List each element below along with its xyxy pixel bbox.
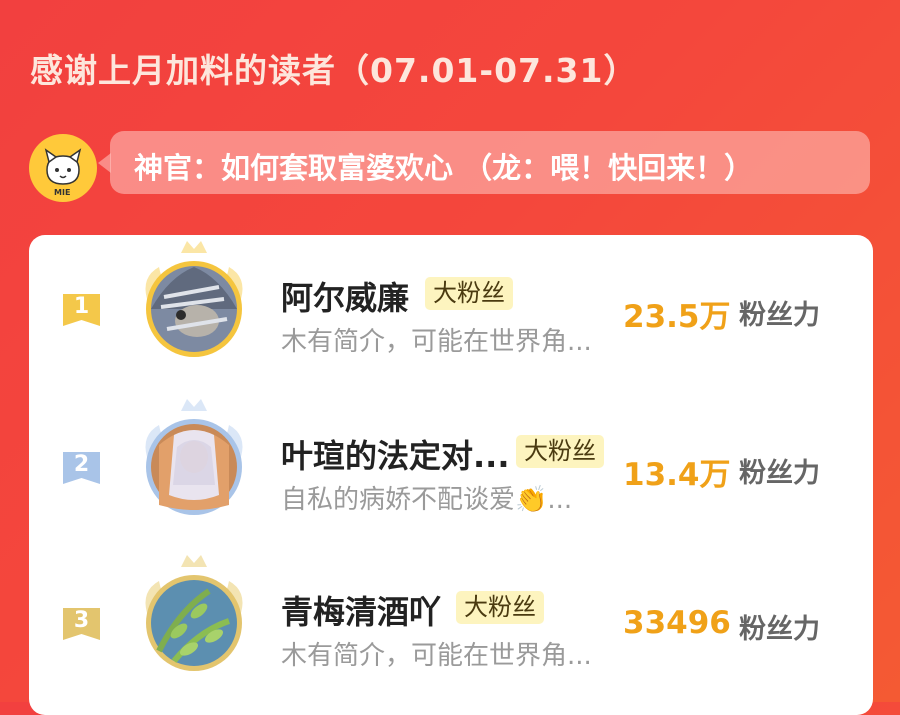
- message-text: 神官：如何套取富婆欢心 （龙：喂！快回来！）: [134, 151, 754, 185]
- mascot-label: MIE: [54, 188, 71, 197]
- reader-name[interactable]: 青梅清酒吖: [281, 587, 441, 633]
- rank-badge-bronze: 3: [59, 606, 104, 644]
- bronze-crown-wings-icon: [145, 555, 243, 671]
- gold-crown-wings-icon: [145, 241, 243, 357]
- rank-number: 2: [73, 452, 90, 477]
- avatar-frame[interactable]: anime-character-avatar-icon: [119, 395, 269, 535]
- reader-name[interactable]: 阿尔威廉: [281, 273, 409, 319]
- fan-power-score: 33496: [623, 605, 731, 641]
- rank-badge-silver: 2: [59, 450, 104, 488]
- leaderboard-row[interactable]: 3 leaves-avatar-icon 青梅清酒吖 大粉丝 木有简介，: [29, 551, 873, 691]
- fan-badge: 大粉丝: [516, 435, 604, 468]
- fan-badge: 大粉丝: [456, 591, 544, 624]
- leaderboard-card: 1 cat-avatar-icon 阿尔威廉 大粉丝 木有简介，可能在世界角..…: [29, 235, 873, 715]
- reader-bio: 木有简介，可能在世界角...: [281, 641, 592, 671]
- rank-number: 1: [73, 294, 90, 319]
- reader-bio: 自私的病娇不配谈爱👏...: [281, 485, 573, 515]
- avatar-frame[interactable]: leaves-avatar-icon: [119, 551, 269, 691]
- reader-name[interactable]: 叶瑄的法定对...: [281, 431, 509, 477]
- avatar-frame[interactable]: cat-avatar-icon: [119, 237, 269, 377]
- leaderboard-row[interactable]: 2 anime-character-avatar-icon 叶瑄的法定对... …: [29, 395, 873, 535]
- fan-badge: 大粉丝: [425, 277, 513, 310]
- page-title: 感谢上月加料的读者（07.01-07.31）: [30, 51, 638, 90]
- rank-badge-gold: 1: [59, 292, 104, 330]
- bubble-tail: [98, 153, 111, 173]
- fan-power-score: 23.5万: [623, 299, 731, 335]
- fan-power-score: 13.4万: [623, 457, 731, 493]
- fan-power-label: 粉丝力: [739, 458, 820, 489]
- message-bubble: 神官：如何套取富婆欢心 （龙：喂！快回来！）: [98, 131, 870, 194]
- fan-power-label: 粉丝力: [739, 300, 820, 331]
- mascot-avatar: MIE: [29, 134, 97, 202]
- silver-crown-wings-icon: [145, 399, 243, 515]
- leaderboard-row[interactable]: 1 cat-avatar-icon 阿尔威廉 大粉丝 木有简介，可能在世界角..…: [29, 237, 873, 377]
- reader-bio: 木有简介，可能在世界角...: [281, 327, 592, 357]
- fan-power-label: 粉丝力: [739, 614, 820, 645]
- rank-number: 3: [73, 608, 90, 633]
